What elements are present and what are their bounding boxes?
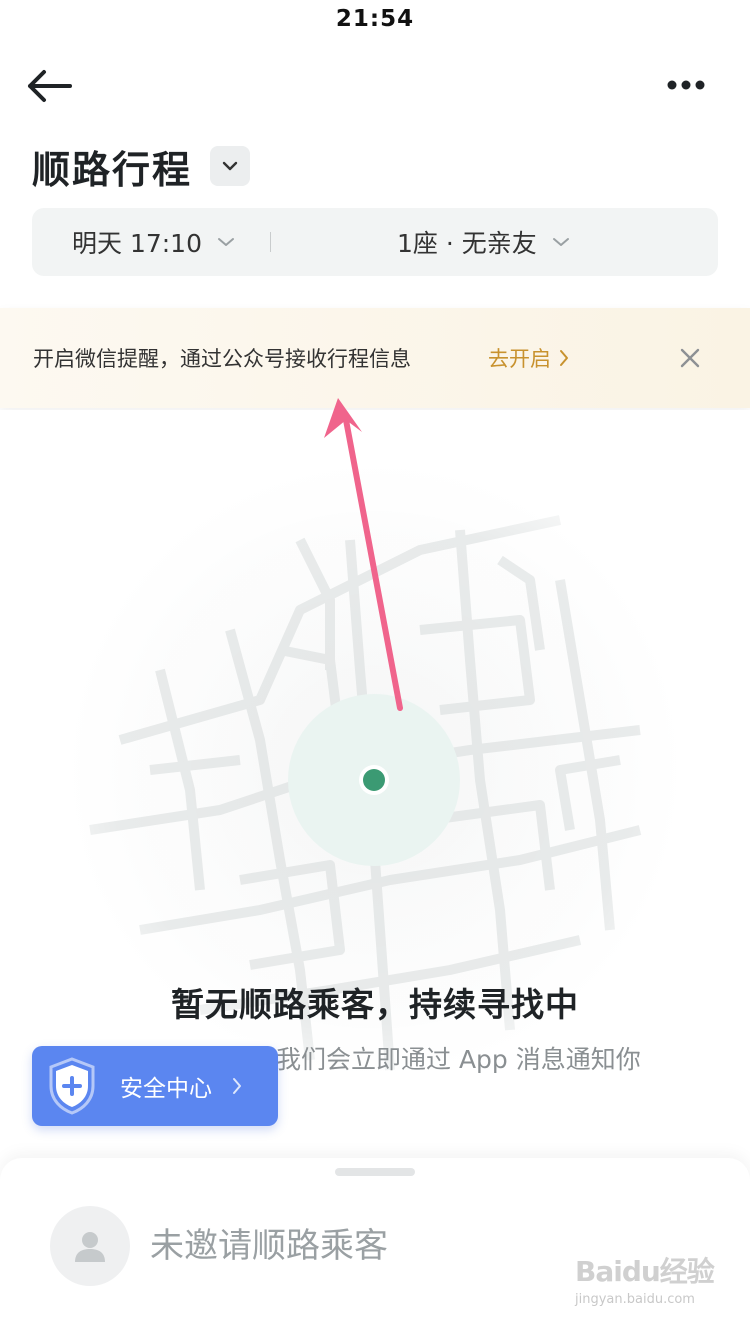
- banner-text: 开启微信提醒，通过公众号接收行程信息: [33, 347, 411, 371]
- shield-icon: [49, 1057, 95, 1115]
- trip-options-bar: 明天 17:10 1座 · 无亲友: [32, 208, 718, 276]
- watermark-url: jingyan.baidu.com: [575, 1292, 695, 1307]
- more-button[interactable]: [660, 70, 712, 100]
- banner-enable-link[interactable]: 去开启: [488, 308, 569, 408]
- chevron-right-icon: [560, 350, 568, 366]
- status-bar: 21:54: [0, 0, 750, 44]
- watermark-logo: Baidu经验: [575, 1255, 715, 1288]
- departure-time-selector[interactable]: 明天 17:10: [72, 208, 236, 276]
- title-row: 顺路行程: [32, 138, 251, 194]
- seats-selector[interactable]: 1座 · 无亲友: [397, 208, 571, 276]
- location-dot-icon: [363, 769, 385, 791]
- page-title: 顺路行程: [32, 147, 193, 192]
- chevron-down-icon: [552, 238, 569, 246]
- avatar-icon: [75, 1232, 105, 1262]
- close-icon: [680, 348, 700, 368]
- watermark: Baidu经验 jingyan.baidu.com: [575, 1250, 735, 1326]
- empty-state-subtitle: 我们会立即通过 App 消息通知你: [276, 1045, 641, 1074]
- back-button[interactable]: [22, 62, 78, 110]
- title-dropdown-button[interactable]: [210, 146, 251, 186]
- sheet-drag-handle[interactable]: [335, 1168, 415, 1176]
- status-time: 21:54: [335, 6, 415, 32]
- more-icon: [667, 80, 705, 90]
- banner-link-label: 去开启: [488, 347, 551, 371]
- safety-center-button[interactable]: 安全中心: [32, 1046, 278, 1126]
- departure-time-label: 明天 17:10: [72, 229, 202, 258]
- wechat-reminder-banner: 开启微信提醒，通过公众号接收行程信息 去开启: [0, 308, 750, 408]
- empty-state-title: 暂无顺路乘客，持续寻找中: [171, 985, 579, 1024]
- back-arrow-icon: [28, 70, 72, 102]
- chevron-down-icon: [218, 238, 234, 246]
- no-passenger-label: 未邀请顺路乘客: [150, 1226, 388, 1266]
- chevron-right-icon: [233, 1078, 241, 1094]
- safety-center-label: 安全中心: [120, 1076, 212, 1102]
- banner-close-button[interactable]: [676, 344, 704, 372]
- chevron-down-icon: [222, 161, 238, 171]
- seats-label: 1座 · 无亲友: [397, 229, 537, 258]
- avatar: [50, 1206, 130, 1286]
- trip-divider: [270, 232, 271, 252]
